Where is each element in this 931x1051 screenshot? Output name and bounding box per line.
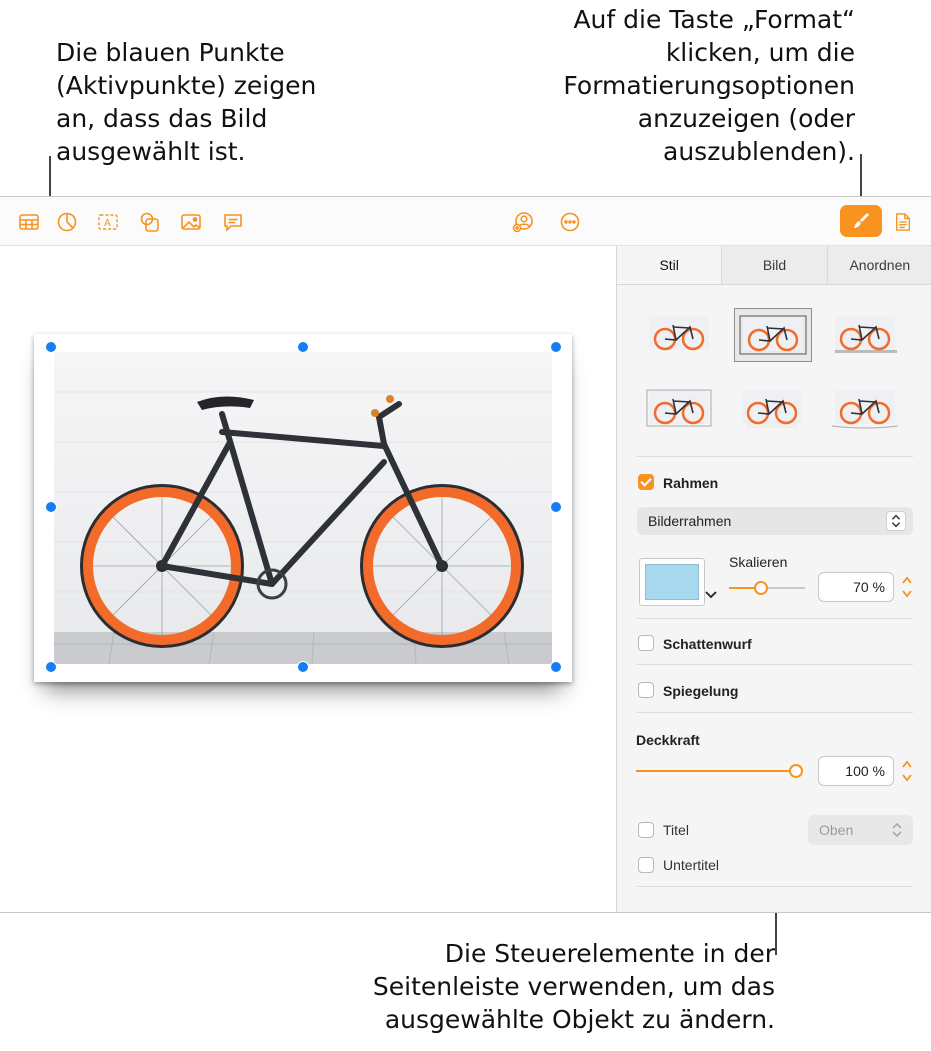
reflection-label: Spiegelung: [663, 683, 739, 699]
selection-handle-middle-left[interactable]: [45, 501, 57, 513]
selection-handle-top-center[interactable]: [297, 341, 309, 353]
title-position-value: Oben: [819, 822, 854, 838]
reflection-checkbox[interactable]: [638, 682, 654, 698]
chart-icon[interactable]: [54, 209, 80, 235]
selection-handle-middle-right[interactable]: [550, 501, 562, 513]
separator: [637, 664, 913, 665]
chevron-down-icon[interactable]: [705, 590, 717, 600]
selection-handle-bottom-right[interactable]: [550, 661, 562, 673]
opacity-stepper[interactable]: [901, 757, 913, 785]
callout-selection-handles: Die blauen Punkte (Aktivpunkte) zeigen a…: [56, 38, 317, 166]
tab-stil[interactable]: Stil: [617, 246, 722, 284]
callout-sidebar-controls: Die Steuerelemente in der Seitenleiste v…: [372, 939, 775, 1034]
text-icon[interactable]: A: [95, 209, 121, 235]
selection-handle-top-right[interactable]: [550, 341, 562, 353]
opacity-slider-knob[interactable]: [789, 764, 803, 778]
subtitle-checkbox[interactable]: [638, 857, 654, 873]
style-preset-framed[interactable]: [734, 308, 812, 362]
border-type-select[interactable]: Bilderrahmen: [637, 507, 913, 535]
border-type-value: Bilderrahmen: [648, 513, 732, 529]
style-preset-plain[interactable]: [641, 308, 717, 360]
separator: [637, 456, 913, 457]
frame-color-well[interactable]: [639, 558, 705, 606]
style-preset-curl[interactable]: [827, 382, 903, 434]
scale-stepper[interactable]: [901, 573, 913, 601]
table-icon[interactable]: [16, 209, 42, 235]
shape-icon[interactable]: [137, 209, 163, 235]
border-checkbox[interactable]: [638, 474, 654, 490]
svg-text:A: A: [104, 218, 111, 229]
selection-handle-bottom-left[interactable]: [45, 661, 57, 673]
chevron-updown-icon: [892, 822, 902, 838]
shadow-label: Schattenwurf: [663, 636, 752, 652]
subtitle-label: Untertitel: [663, 857, 720, 873]
tab-anordnen[interactable]: Anordnen: [826, 246, 931, 284]
style-preset-shadow[interactable]: [827, 308, 903, 360]
opacity-value-field[interactable]: 100 %: [818, 756, 894, 786]
separator: [637, 886, 913, 887]
document-icon: [896, 213, 910, 231]
scale-slider-knob[interactable]: [753, 581, 768, 595]
toolbar: A: [0, 197, 931, 246]
format-paintbrush-icon: [854, 213, 869, 228]
pages-window: A Stil Bild Anordnen Rahmen Bilderrahmen…: [0, 196, 931, 913]
scale-label: Skalieren: [729, 554, 788, 570]
opacity-label: Deckkraft: [636, 732, 700, 748]
title-checkbox[interactable]: [638, 822, 654, 838]
separator: [637, 618, 913, 619]
collaborate-icon[interactable]: [510, 209, 536, 235]
document-canvas[interactable]: [0, 246, 616, 912]
scale-value-field[interactable]: 70 %: [818, 572, 894, 602]
opacity-slider-fill: [636, 770, 796, 772]
callout-format-button: Auf die Taste „Format“ klicken, um die F…: [563, 5, 855, 166]
media-icon[interactable]: [178, 209, 204, 235]
frame-color-swatch: [645, 564, 699, 600]
document-button[interactable]: [891, 209, 915, 235]
more-icon[interactable]: [557, 209, 583, 235]
chevron-updown-icon: [886, 511, 906, 531]
style-preset-reflect[interactable]: [734, 382, 810, 434]
title-label: Titel: [663, 822, 689, 838]
shadow-checkbox[interactable]: [638, 635, 654, 651]
selection-handle-top-left[interactable]: [45, 341, 57, 353]
comment-icon[interactable]: [220, 209, 246, 235]
selected-image[interactable]: [34, 334, 572, 682]
sidebar-tabs: Stil Bild Anordnen: [617, 246, 931, 285]
format-button[interactable]: [840, 205, 882, 237]
tab-bild[interactable]: Bild: [721, 246, 827, 284]
bicycle-photo: [54, 352, 552, 664]
separator: [637, 712, 913, 713]
format-sidebar: Stil Bild Anordnen Rahmen Bilderrahmen S…: [616, 246, 931, 912]
style-preset-thin[interactable]: [641, 382, 717, 434]
border-label: Rahmen: [663, 475, 719, 491]
title-position-select: Oben: [808, 815, 913, 845]
selection-handle-bottom-center[interactable]: [297, 661, 309, 673]
